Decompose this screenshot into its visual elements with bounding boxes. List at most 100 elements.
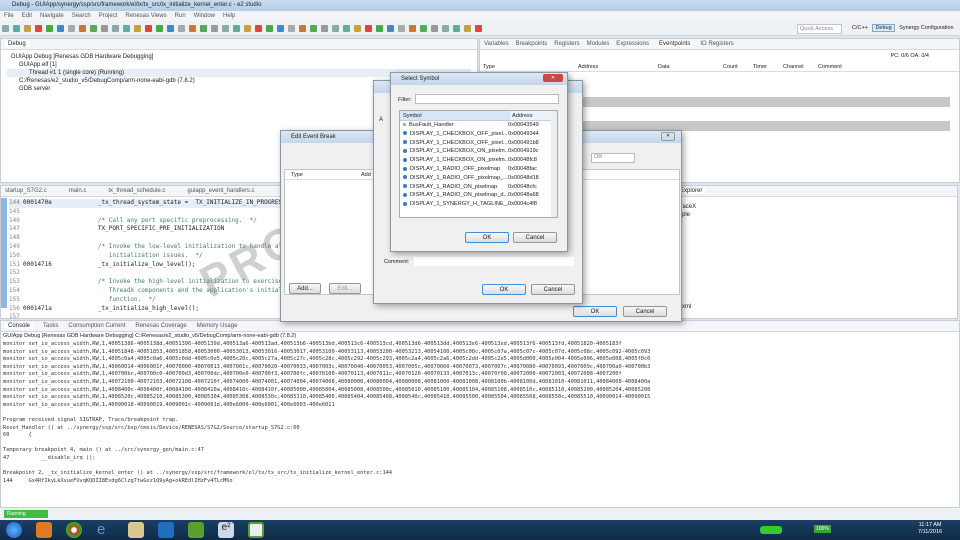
toolbar-button-icon[interactable] (211, 25, 218, 32)
toolbar-button-icon[interactable] (332, 25, 339, 32)
col-address[interactable]: Address (510, 111, 533, 120)
toolbar-button-icon[interactable] (35, 25, 42, 32)
tab-debug[interactable]: Debug (5, 41, 29, 47)
clock[interactable]: 11:17 AM 7/11/2016 (918, 522, 942, 536)
symbol-row[interactable]: DISPLAY_1_CHECKBOX_ON_pixelm... 0x00048fc… (400, 156, 557, 165)
toolbar-button-icon[interactable] (46, 25, 53, 32)
col-count[interactable]: Count (720, 62, 750, 71)
camtasia-icon[interactable] (188, 522, 204, 538)
tree-elf[interactable]: GUIApp.elf [1] (7, 61, 471, 69)
cancel-button[interactable]: Cancel (513, 232, 557, 243)
toolbar-button-icon[interactable] (145, 25, 152, 32)
close-icon[interactable]: ✕ (543, 74, 563, 82)
toolbar-button-icon[interactable] (200, 25, 207, 32)
tab-eventpoints[interactable]: Eventpoints (655, 41, 694, 47)
tab-registers[interactable]: Registers (554, 41, 579, 47)
menu-navigate[interactable]: Navigate (40, 13, 64, 19)
toolbar-button-icon[interactable] (475, 25, 482, 32)
toolbar-button-icon[interactable] (288, 25, 295, 32)
symbol-row[interactable]: DISPLAY_1_RADIO_OFF_pixelmap 0x00048fac (400, 165, 557, 174)
ok-button[interactable]: OK (573, 306, 617, 317)
col-symbol[interactable]: Symbol (400, 111, 510, 120)
toolbar-button-icon[interactable] (420, 25, 427, 32)
camtasia-recorder-icon[interactable] (248, 522, 264, 538)
filter-input[interactable] (415, 94, 559, 104)
symbol-row[interactable]: DISPLAY_1_RADIO_OFF_pixelmap_... 0x00048d… (400, 174, 557, 183)
ie-icon[interactable]: e (97, 522, 113, 538)
toolbar-button-icon[interactable] (178, 25, 185, 32)
tab-tasks[interactable]: Tasks (43, 323, 58, 329)
perspective-synergy[interactable]: Synergy Configuration (899, 25, 953, 31)
operator-combo[interactable]: OR (591, 153, 635, 163)
tab-io-registers[interactable]: IO Registers (700, 41, 733, 47)
explorer-item[interactable]: mple (677, 211, 943, 219)
perspective-cc[interactable]: C/C++ (852, 25, 868, 31)
symbol-row[interactable]: BusFault_Handler 0x00043549 (400, 121, 557, 130)
toolbar-button-icon[interactable] (354, 25, 361, 32)
perspective-debug[interactable]: Debug (872, 24, 895, 32)
toolbar-button-icon[interactable] (376, 25, 383, 32)
toolbar-button-icon[interactable] (101, 25, 108, 32)
tab-console[interactable]: Console (5, 323, 34, 329)
tab-variables[interactable]: Variables (484, 41, 509, 47)
toolbar-button-icon[interactable] (134, 25, 141, 32)
toolbar-button-icon[interactable] (167, 25, 174, 32)
menu-search[interactable]: Search (72, 13, 91, 19)
app-icon[interactable] (36, 522, 52, 538)
toolbar-button-icon[interactable] (112, 25, 119, 32)
toolbar-button-icon[interactable] (57, 25, 64, 32)
toolbar-button-icon[interactable] (299, 25, 306, 32)
toolbar-button-icon[interactable] (222, 25, 229, 32)
col-timer[interactable]: Timer (750, 62, 780, 71)
toolbar-button-icon[interactable] (68, 25, 75, 32)
toolbar-button-icon[interactable] (244, 25, 251, 32)
menu-edit[interactable]: Edit (22, 13, 32, 19)
comment-input[interactable] (414, 257, 574, 266)
start-button-icon[interactable] (6, 522, 22, 538)
toolbar-button-icon[interactable] (365, 25, 372, 32)
editor-tab[interactable]: tx_thread_schedule.c (108, 188, 165, 194)
toolbar-button-icon[interactable] (255, 25, 262, 32)
editor-tab[interactable]: startup_S7G2.c (5, 188, 47, 194)
col-comment[interactable]: Comment (815, 62, 895, 71)
menu-window[interactable]: Window (194, 13, 215, 19)
toolbar-button-icon[interactable] (156, 25, 163, 32)
symbol-row[interactable]: DISPLAY_1_SYNERGY_H_TAGLINE_... 0x0004c4f… (400, 200, 557, 209)
col-type[interactable]: Type (480, 62, 575, 71)
toolbar-button-icon[interactable] (2, 25, 9, 32)
toolbar-button-icon[interactable] (464, 25, 471, 32)
editor-tab[interactable]: guiapp_event_handlers.c (187, 188, 254, 194)
col-channel[interactable]: Channel (780, 62, 815, 71)
tab-expressions[interactable]: Expressions (616, 41, 649, 47)
toolbar-button-icon[interactable] (233, 25, 240, 32)
edit-button[interactable]: Edit... (329, 283, 361, 294)
menu-help[interactable]: Help (223, 13, 235, 19)
tree-launch[interactable]: GUIApp Debug [Renesas GDB Hardware Debug… (7, 53, 471, 61)
toolbar-button-icon[interactable] (79, 25, 86, 32)
toolbar-button-icon[interactable] (343, 25, 350, 32)
toolbar-button-icon[interactable] (189, 25, 196, 32)
toolbar-button-icon[interactable] (266, 25, 273, 32)
symbol-row[interactable]: DISPLAY_1_CHECKBOX_OFF_pixel... 0x0004934… (400, 130, 557, 139)
editor-tab[interactable]: main.c (69, 188, 87, 194)
tab-modules[interactable]: Modules (587, 41, 610, 47)
toolbar-button-icon[interactable] (409, 25, 416, 32)
toolbar-button-icon[interactable] (431, 25, 438, 32)
add-button[interactable]: Add... (289, 283, 321, 294)
console-output[interactable]: monitor set_io_access_width,RW,1,4005138… (1, 341, 959, 485)
toolbar-button-icon[interactable] (13, 25, 20, 32)
tab-memory-usage[interactable]: Memory Usage (197, 323, 238, 329)
toolbar-button-icon[interactable] (310, 25, 317, 32)
toolbar-button-icon[interactable] (90, 25, 97, 32)
toolbar-button-icon[interactable] (321, 25, 328, 32)
menu-project[interactable]: Project (99, 13, 118, 19)
eventpoint-row[interactable] (580, 97, 950, 107)
symbol-row[interactable]: DISPLAY_1_CHECKBOX_ON_pixelm... 0x0004919… (400, 147, 557, 156)
toolbar-button-icon[interactable] (398, 25, 405, 32)
menu-renesas-views[interactable]: Renesas Views (125, 13, 166, 19)
toolbar-button-icon[interactable] (123, 25, 130, 32)
e2studio-icon[interactable]: e² (218, 522, 234, 538)
tab-renesas-coverage[interactable]: Renesas Coverage (135, 323, 186, 329)
menu-file[interactable]: File (4, 13, 14, 19)
ok-button[interactable]: OK (465, 232, 509, 243)
